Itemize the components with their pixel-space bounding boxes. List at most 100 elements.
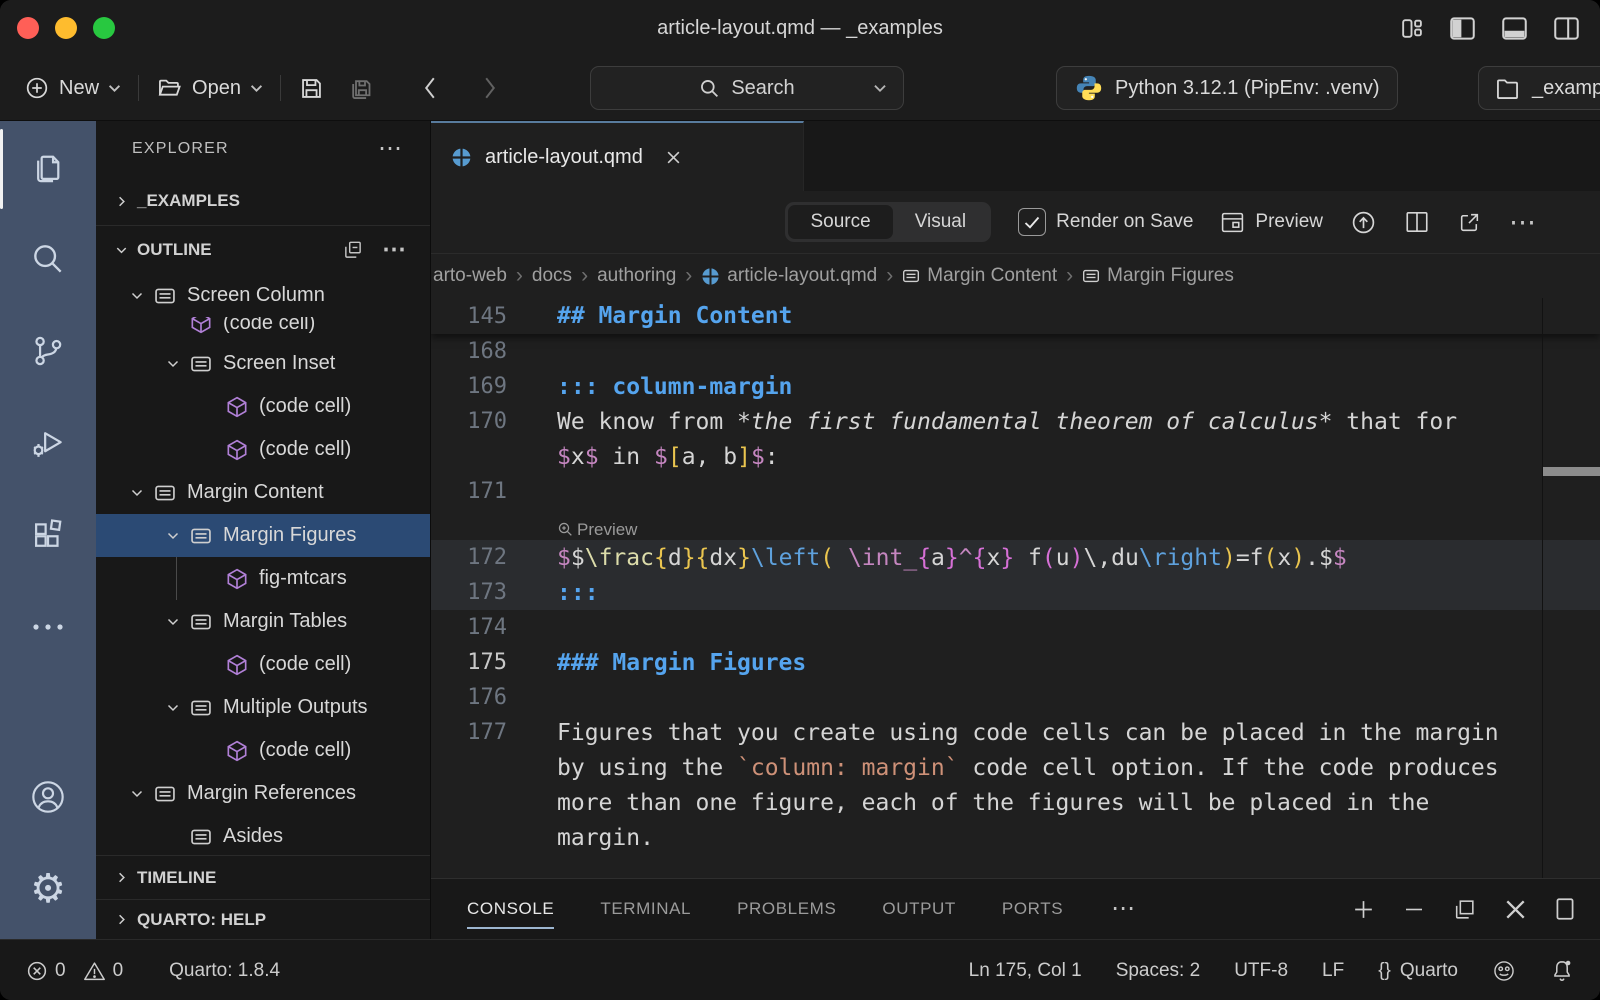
new-button[interactable]: New bbox=[24, 75, 121, 101]
code-line-171[interactable]: 171 bbox=[431, 474, 1600, 509]
open-button[interactable]: Open bbox=[156, 76, 263, 101]
quarto-version-status[interactable]: Quarto: 1.8.4 bbox=[169, 960, 280, 982]
search-input[interactable]: Search bbox=[590, 66, 904, 110]
settings-button[interactable]: ⚙ bbox=[0, 843, 96, 935]
outline-item-asides[interactable]: Asides bbox=[96, 815, 430, 855]
overview-ruler-marker[interactable] bbox=[1543, 467, 1600, 476]
indentation-status[interactable]: Spaces: 2 bbox=[1116, 960, 1201, 982]
section-icon bbox=[154, 482, 176, 504]
open-external-icon[interactable] bbox=[1457, 210, 1482, 235]
outline-item-margin-content[interactable]: Margin Content bbox=[96, 471, 430, 514]
sidebar-item-source-control[interactable] bbox=[0, 305, 96, 397]
minimize-window-button[interactable] bbox=[55, 17, 77, 39]
editor-action-bar: Source Visual Render on Save Preview bbox=[431, 191, 1600, 253]
section-examples[interactable]: _EXAMPLES bbox=[96, 177, 430, 226]
outline-item-margin-references[interactable]: Margin References bbox=[96, 772, 430, 815]
sidebar-item-extensions[interactable] bbox=[0, 489, 96, 581]
outline-item-screen-inset[interactable]: Screen Inset bbox=[96, 342, 430, 385]
code-line-wrap[interactable]: $x$ in $[a, b]$: bbox=[431, 439, 1600, 474]
collapse-all-icon[interactable] bbox=[342, 239, 364, 261]
sidebar-item-search[interactable] bbox=[0, 213, 96, 305]
code-line-wrap[interactable]: more than one figure, each of the figure… bbox=[431, 785, 1600, 820]
panel-tab-problems[interactable]: PROBLEMS bbox=[737, 879, 836, 939]
cursor-position-status[interactable]: Ln 175, Col 1 bbox=[969, 960, 1082, 982]
source-mode-button[interactable]: Source bbox=[788, 205, 892, 239]
save-all-button[interactable] bbox=[347, 75, 374, 102]
code-line-wrap[interactable]: by using the `column: margin` code cell … bbox=[431, 750, 1600, 785]
minimize-panel-icon[interactable] bbox=[1403, 897, 1425, 922]
breadcrumb-item-margin-figures[interactable]: Margin Figures bbox=[1082, 265, 1234, 287]
visual-mode-button[interactable]: Visual bbox=[893, 205, 988, 239]
panel-tab-output[interactable]: OUTPUT bbox=[882, 879, 955, 939]
section-outline[interactable]: OUTLINE ⋯ bbox=[96, 226, 430, 274]
outline-item-margin-tables[interactable]: Margin Tables bbox=[96, 600, 430, 643]
section-quarto-help[interactable]: QUARTO: HELP bbox=[96, 899, 430, 939]
code-line-170[interactable]: 170We know from *the first fundamental t… bbox=[431, 404, 1600, 439]
outline-item-code-cell[interactable]: (code cell) bbox=[96, 317, 430, 342]
code-editor[interactable]: 145 ## Margin Content 168169::: column-m… bbox=[431, 298, 1600, 878]
outline-item-margin-figures[interactable]: Margin Figures bbox=[96, 514, 430, 557]
close-tab-icon[interactable] bbox=[666, 150, 681, 165]
code-line-169[interactable]: 169::: column-margin bbox=[431, 369, 1600, 404]
code-line-177[interactable]: 177Figures that you create using code ce… bbox=[431, 715, 1600, 750]
encoding-status[interactable]: UTF-8 bbox=[1234, 960, 1288, 982]
section-timeline[interactable]: TIMELINE bbox=[96, 855, 430, 899]
toggle-primary-sidebar-icon[interactable] bbox=[1449, 16, 1476, 41]
tab-article-layout[interactable]: article-layout.qmd bbox=[431, 121, 804, 191]
notifications-button[interactable] bbox=[1550, 958, 1574, 983]
navigate-back-button[interactable] bbox=[422, 75, 438, 101]
breadcrumb-item-docs[interactable]: docs bbox=[532, 265, 572, 287]
outline-item-code-cell[interactable]: (code cell) bbox=[96, 643, 430, 686]
outline-item-multiple-outputs[interactable]: Multiple Outputs bbox=[96, 686, 430, 729]
codelens-preview[interactable]: Preview bbox=[431, 509, 1600, 540]
breadcrumb-item-arto-web[interactable]: arto-web bbox=[433, 265, 507, 287]
toggle-secondary-sidebar-icon[interactable] bbox=[1553, 16, 1580, 41]
breadcrumb-item-authoring[interactable]: authoring bbox=[597, 265, 676, 287]
account-button[interactable] bbox=[0, 751, 96, 843]
navigate-forward-button[interactable] bbox=[482, 75, 498, 101]
sidebar-item-run-debug[interactable] bbox=[0, 397, 96, 489]
outline-item-code-cell[interactable]: (code cell) bbox=[96, 428, 430, 471]
panel-tab-ports[interactable]: PORTS bbox=[1002, 879, 1063, 939]
run-debug-icon bbox=[29, 424, 67, 462]
breadcrumb-item-margin-content[interactable]: Margin Content bbox=[902, 265, 1057, 287]
toggle-panel-icon[interactable] bbox=[1501, 16, 1528, 41]
interpreter-selector[interactable]: Python 3.12.1 (PipEnv: .venv) bbox=[1056, 66, 1398, 110]
language-status[interactable]: {} Quarto bbox=[1378, 960, 1458, 982]
close-panel-icon[interactable] bbox=[1504, 898, 1527, 921]
close-window-button[interactable] bbox=[17, 17, 39, 39]
code-line-173[interactable]: 173::: bbox=[431, 575, 1600, 610]
render-on-save-toggle[interactable]: Render on Save bbox=[1018, 208, 1193, 236]
eol-status[interactable]: LF bbox=[1322, 960, 1344, 982]
panel-tab-console[interactable]: CONSOLE bbox=[467, 879, 554, 939]
bottom-panel: CONSOLETERMINALPROBLEMSOUTPUTPORTS ⋯ bbox=[431, 878, 1600, 939]
publish-icon[interactable] bbox=[1350, 209, 1377, 236]
code-line-176[interactable]: 176 bbox=[431, 680, 1600, 715]
workspace-button[interactable]: _examples bbox=[1478, 66, 1600, 110]
plus-icon[interactable] bbox=[1351, 897, 1376, 922]
outline-item-code-cell[interactable]: (code cell) bbox=[96, 729, 430, 772]
code-line-175[interactable]: 175### Margin Figures bbox=[431, 645, 1600, 680]
zoom-window-button[interactable] bbox=[93, 17, 115, 39]
panel-tab-terminal[interactable]: TERMINAL bbox=[600, 879, 691, 939]
sidebar-item-explorer[interactable] bbox=[0, 121, 96, 213]
code-line-168[interactable]: 168 bbox=[431, 334, 1600, 369]
sticky-scroll-line[interactable]: 145 ## Margin Content bbox=[431, 298, 1600, 334]
breadcrumb-item-article-layout-qmd[interactable]: article-layout.qmd bbox=[701, 265, 877, 287]
preview-button[interactable]: Preview bbox=[1220, 211, 1323, 234]
outline-item-code-cell[interactable]: (code cell) bbox=[96, 385, 430, 428]
code-line-wrap[interactable]: margin. bbox=[431, 820, 1600, 855]
customize-layout-icon[interactable] bbox=[1399, 16, 1424, 41]
problems-status[interactable]: 0 0 bbox=[26, 960, 123, 982]
sidebar-item-more[interactable] bbox=[0, 581, 96, 673]
line-content: ### Margin Figures bbox=[507, 650, 806, 676]
maximize-panel-icon[interactable] bbox=[1554, 896, 1576, 922]
outline-item-screen-column[interactable]: Screen Column bbox=[96, 274, 430, 317]
feedback-button[interactable] bbox=[1492, 959, 1516, 983]
save-button[interactable] bbox=[298, 75, 325, 102]
code-line-174[interactable]: 174 bbox=[431, 610, 1600, 645]
split-editor-icon[interactable] bbox=[1404, 210, 1430, 234]
restore-panel-icon[interactable] bbox=[1452, 897, 1477, 922]
outline-item-fig-mtcars[interactable]: fig-mtcars bbox=[96, 557, 430, 600]
code-line-172[interactable]: 172$$\frac{d}{dx}\left( \int_{a}^{x} f(u… bbox=[431, 540, 1600, 575]
